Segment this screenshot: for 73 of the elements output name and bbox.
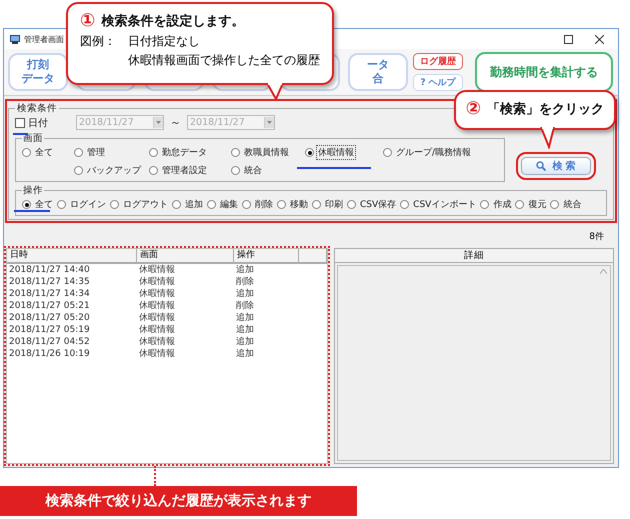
radio-option[interactable]: 統合 (231, 163, 305, 178)
table-cell-text: 休暇情報 (138, 312, 176, 324)
table-cell-text: 休暇情報 (138, 324, 176, 336)
table-cell-text: 2018/11/27 14:40 (8, 264, 91, 276)
radio-option[interactable]: 全て (22, 145, 74, 160)
table-cell-text: 追加 (235, 288, 255, 300)
table-cell-text: 2018/11/27 05:20 (8, 312, 91, 324)
radio-option[interactable]: バックアップ (74, 163, 149, 178)
column-header[interactable]: 日時 (7, 249, 137, 264)
radio-option[interactable]: CSV保存 (347, 197, 398, 212)
detail-header: 詳細 (335, 249, 613, 263)
group-title: 操作 (22, 184, 44, 197)
radio-option[interactable]: ログイン (57, 197, 108, 212)
dropdown-arrow-icon (156, 121, 161, 124)
underline-mark (14, 210, 50, 212)
radio-option[interactable]: 編集 (207, 197, 240, 212)
search-icon (536, 161, 546, 171)
result-count: 8件 (588, 230, 605, 244)
table-cell-text: 追加 (235, 336, 255, 348)
close-icon[interactable] (595, 34, 604, 44)
radio-option[interactable]: 勤怠データ (149, 145, 231, 160)
table-cell-text: 休暇情報 (138, 264, 176, 276)
date-checkbox[interactable]: 日付 (15, 116, 48, 130)
radio-option[interactable]: 管理 (74, 145, 149, 160)
radio-option[interactable]: 作成 (480, 197, 514, 212)
radio-option[interactable]: CSVインポート (400, 197, 478, 212)
radio-option[interactable]: 移動 (277, 197, 310, 212)
table-cell-text: 追加 (235, 348, 255, 360)
column-header[interactable]: 画面 (137, 249, 234, 264)
radio-option[interactable]: 削除 (242, 197, 275, 212)
window-title: 管理者画面 (24, 34, 64, 44)
toolbar-button[interactable]: ータ 合 (348, 53, 408, 91)
underline-mark (13, 133, 28, 135)
callout-text: 休暇情報画面で操作した全ての履歴 (127, 52, 320, 69)
table-cell-text: 2018/11/27 14:35 (8, 276, 91, 288)
callout-text: 図例： 日付指定なし (80, 33, 201, 50)
table-cell-text: 休暇情報 (138, 300, 176, 312)
table-cell-text: 追加 (235, 312, 255, 324)
radio-option[interactable]: グループ/職務情報 (383, 145, 493, 160)
column-header[interactable]: 操作 (234, 249, 299, 264)
radio-option[interactable]: 復元 (515, 197, 548, 212)
help-button[interactable]: ? ヘルプ (413, 74, 463, 91)
radio-option[interactable]: ログアウト (110, 197, 170, 212)
callout-heading: ① 検索条件を設定します。 (80, 10, 246, 31)
group-title: 画面 (22, 132, 44, 145)
radio-option[interactable]: 追加 (172, 197, 205, 212)
table-cell-text: 2018/11/26 10:19 (8, 348, 91, 360)
table-cell-text: 2018/11/27 14:34 (8, 288, 91, 300)
table-cell-text: 2018/11/27 04:52 (8, 336, 91, 348)
table-cell-text: 削除 (235, 276, 255, 288)
app-icon (10, 34, 20, 44)
table-cell-text: 休暇情報 (138, 336, 176, 348)
radio-option[interactable]: 教職員情報 (231, 145, 305, 160)
table-cell-text: 2018/11/27 05:19 (8, 324, 91, 336)
log-history-button[interactable]: ログ履歴 (413, 53, 463, 70)
callout-heading: ② 「検索」をクリック (466, 98, 604, 119)
caption-banner: 検索条件で絞り込んだ履歴が表示されます (0, 486, 357, 516)
radio-option[interactable]: 統合 (550, 197, 584, 212)
radio-option[interactable]: 全て (22, 197, 55, 212)
table-cell-text: 休暇情報 (138, 276, 176, 288)
maximize-icon[interactable] (564, 34, 573, 44)
table-cell-text: 休暇情報 (138, 348, 176, 360)
range-separator: ～ (170, 115, 181, 130)
toolbar-button[interactable]: 打刻 データ (8, 53, 68, 91)
radio-option[interactable]: 印刷 (312, 197, 345, 212)
table-cell-text: 追加 (235, 324, 255, 336)
table-cell-text: 追加 (235, 264, 255, 276)
radio-option[interactable]: 管理者設定 (149, 163, 231, 178)
table-cell-text: 休暇情報 (138, 288, 176, 300)
panel-title: 検索条件 (16, 102, 58, 115)
table-cell-text: 削除 (235, 300, 255, 312)
dropdown-arrow-icon (267, 121, 272, 124)
table-cell-text: 2018/11/27 05:21 (8, 300, 91, 312)
